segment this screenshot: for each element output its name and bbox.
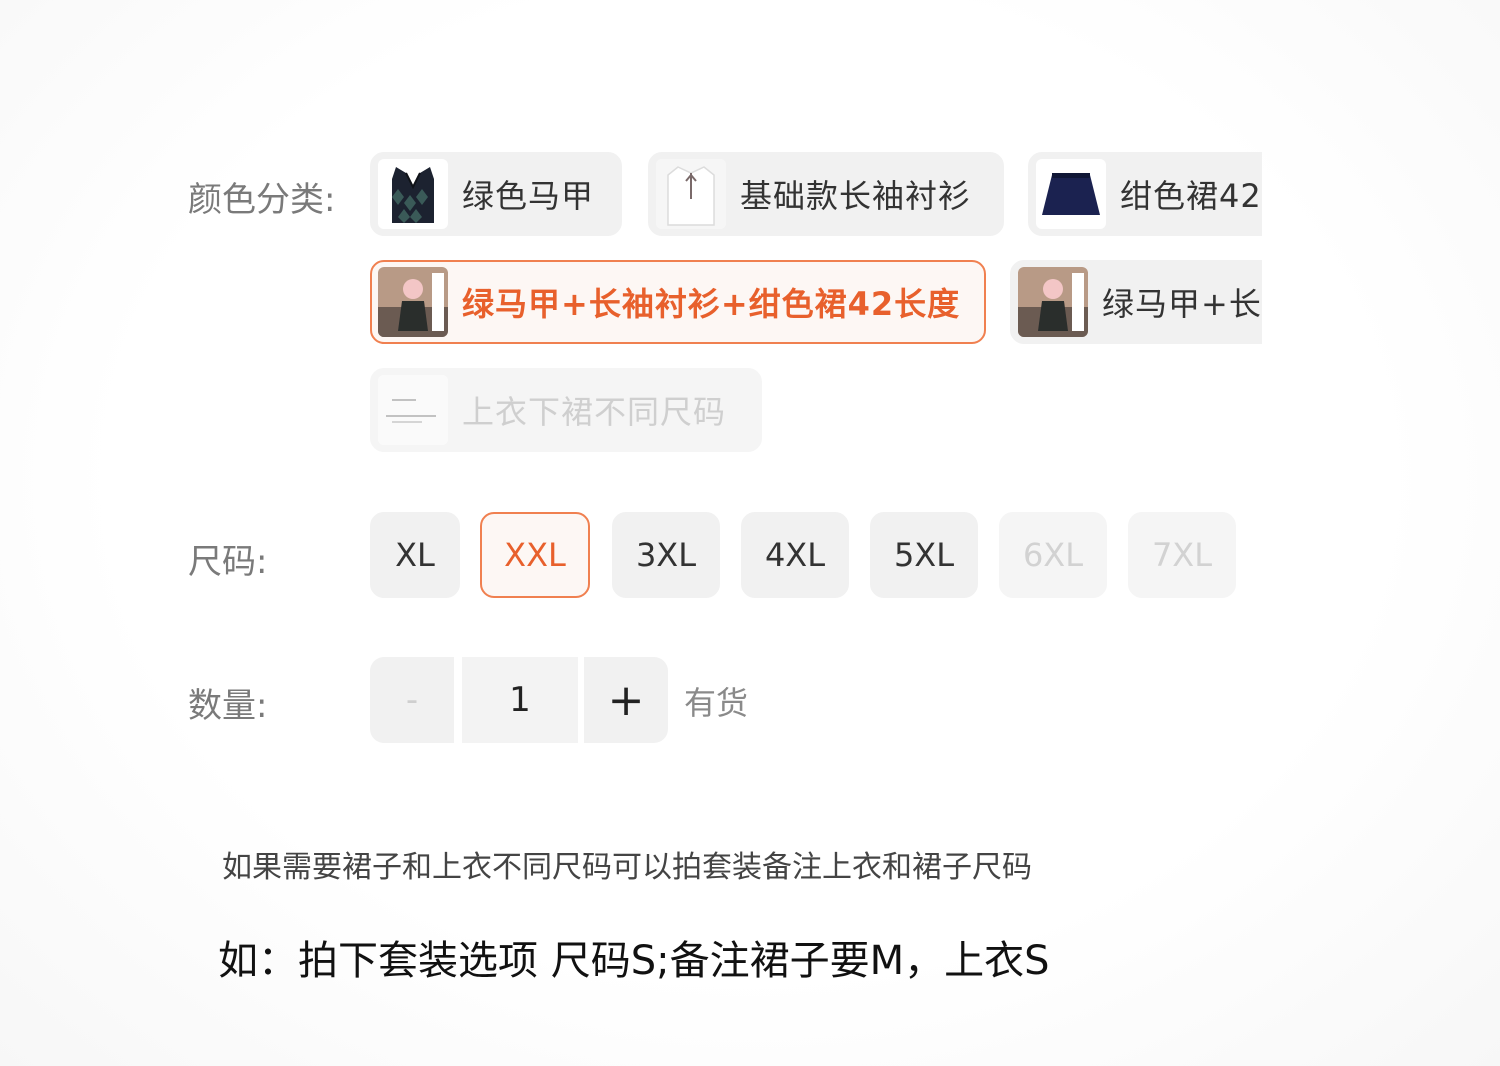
color-label: 颜色分类: xyxy=(188,180,336,220)
navy-skirt-thumbnail xyxy=(1036,159,1106,229)
outfit-photo-thumbnail xyxy=(378,267,448,337)
outfit-photo-thumbnail xyxy=(1018,267,1088,337)
size-option-7xl[interactable]: 7XL xyxy=(1128,512,1236,598)
size-label: 尺码: xyxy=(188,542,268,582)
quantity-input[interactable]: 1 xyxy=(462,657,578,743)
quantity-decrease-button[interactable]: - xyxy=(370,657,454,743)
color-options: 绿色马甲 基础款长袖衬衫 绀色裙42 绿马甲+长袖衬衫+绀色裙42长度 绿马甲+… xyxy=(368,148,1262,458)
color-option-label: 绿色马甲 xyxy=(462,177,595,215)
color-option-label: 绿马甲+长 xyxy=(1102,285,1262,323)
quantity-increase-button[interactable]: + xyxy=(584,657,668,743)
color-option-mixed-size[interactable]: 上衣下裙不同尺码 xyxy=(370,368,762,452)
color-option-basic-shirt[interactable]: 基础款长袖衬衫 xyxy=(648,152,1004,236)
color-option-green-vest[interactable]: 绿色马甲 xyxy=(370,152,622,236)
size-note: 如果需要裙子和上衣不同尺码可以拍套装备注上衣和裙子尺码 xyxy=(222,850,1032,885)
size-option-5xl[interactable]: 5XL xyxy=(870,512,978,598)
size-option-3xl[interactable]: 3XL xyxy=(612,512,720,598)
white-shirt-thumbnail xyxy=(656,159,726,229)
stock-status: 有货 xyxy=(684,684,749,722)
quantity-label: 数量: xyxy=(188,686,268,726)
size-option-4xl[interactable]: 4XL xyxy=(741,512,849,598)
size-option-xxl[interactable]: XXL xyxy=(480,512,590,598)
color-option-full-set[interactable]: 绿马甲+长袖衬衫+绀色裙42长度 xyxy=(370,260,986,344)
text-note-thumbnail xyxy=(378,375,448,445)
color-option-vest-shirt[interactable]: 绿马甲+长 xyxy=(1010,260,1262,344)
color-option-navy-skirt[interactable]: 绀色裙42 xyxy=(1028,152,1262,236)
color-option-label: 上衣下裙不同尺码 xyxy=(462,393,727,431)
size-note-example: 如：拍下套装选项 尺码S;备注裙子要M，上衣S xyxy=(218,938,1050,984)
argyle-vest-thumbnail xyxy=(378,159,448,229)
color-option-label: 基础款长袖衬衫 xyxy=(740,177,972,215)
sku-selector-panel: 颜色分类: 绿色马甲 基础款长袖衬衫 绀色裙42 绿马甲+长袖衬衫+绀色裙42长… xyxy=(0,0,1500,1066)
color-option-label: 绿马甲+长袖衬衫+绀色裙42长度 xyxy=(462,285,961,323)
color-option-label: 绀色裙42 xyxy=(1120,177,1262,215)
size-option-xl[interactable]: XL xyxy=(370,512,460,598)
size-option-6xl[interactable]: 6XL xyxy=(999,512,1107,598)
